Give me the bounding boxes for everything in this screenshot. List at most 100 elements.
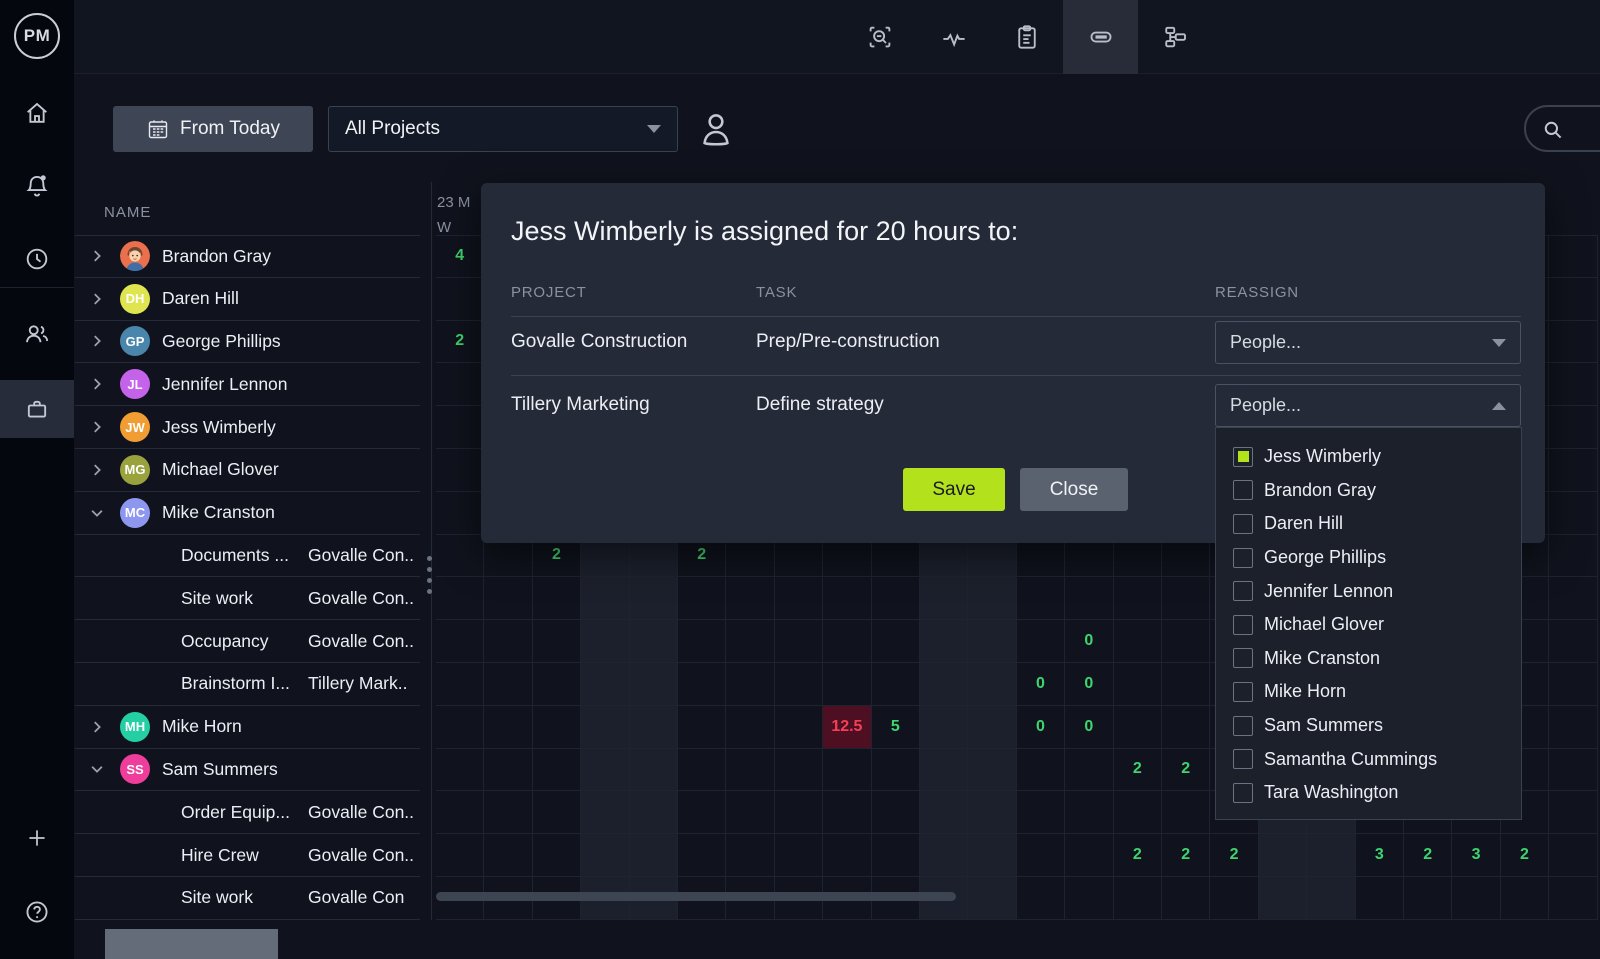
assignee-filter-icon[interactable] <box>697 107 735 149</box>
grid-cell[interactable]: 2 <box>1114 834 1162 877</box>
grid-cell[interactable] <box>436 706 484 749</box>
grid-cell[interactable] <box>775 663 823 706</box>
help-icon[interactable] <box>0 883 74 941</box>
grid-cell[interactable] <box>484 577 532 620</box>
column-resize-handle[interactable] <box>427 556 433 600</box>
checkbox-checked[interactable] <box>1233 447 1253 467</box>
grid-cell[interactable] <box>1356 877 1404 920</box>
grid-cell[interactable] <box>920 834 968 877</box>
dropdown-option[interactable]: Jess Wimberly <box>1216 440 1521 474</box>
grid-cell[interactable] <box>968 577 1016 620</box>
grid-cell[interactable] <box>1307 877 1355 920</box>
save-button[interactable]: Save <box>903 468 1005 511</box>
grid-cell[interactable] <box>1162 791 1210 834</box>
grid-cell[interactable] <box>726 620 774 663</box>
grid-cell[interactable] <box>484 834 532 877</box>
grid-cell[interactable]: 12.5 <box>823 706 871 749</box>
grid-cell[interactable] <box>1549 834 1597 877</box>
horizontal-scrollbar[interactable] <box>436 892 956 901</box>
grid-cell[interactable] <box>1501 877 1549 920</box>
tasks-clipboard-icon[interactable] <box>990 0 1064 74</box>
grid-cell[interactable] <box>1017 620 1065 663</box>
grid-cell[interactable] <box>920 577 968 620</box>
grid-cell[interactable] <box>484 791 532 834</box>
grid-cell[interactable]: 4 <box>436 235 484 278</box>
checkbox-unchecked[interactable] <box>1233 514 1253 534</box>
grid-cell[interactable]: 5 <box>872 706 920 749</box>
grid-cell[interactable] <box>1549 706 1597 749</box>
task-row[interactable]: Hire CrewGovalle Con.. <box>75 834 420 877</box>
chevron-right-icon[interactable] <box>88 418 106 436</box>
grid-cell[interactable] <box>823 577 871 620</box>
grid-cell[interactable] <box>968 834 1016 877</box>
grid-cell[interactable] <box>1114 791 1162 834</box>
grid-cell[interactable] <box>775 749 823 792</box>
grid-cell[interactable] <box>436 749 484 792</box>
grid-cell[interactable] <box>823 749 871 792</box>
zoom-search-icon[interactable] <box>843 0 917 74</box>
grid-cell[interactable] <box>678 834 726 877</box>
grid-cell[interactable] <box>1162 577 1210 620</box>
grid-cell[interactable] <box>1549 363 1597 406</box>
task-row[interactable]: Documents ...Govalle Con.. <box>75 535 420 578</box>
dropdown-option[interactable]: Daren Hill <box>1216 507 1521 541</box>
grid-cell[interactable] <box>1017 749 1065 792</box>
bottom-partial-button[interactable] <box>105 929 278 959</box>
notifications-bell-icon[interactable] <box>0 157 74 215</box>
grid-cell[interactable] <box>1065 877 1113 920</box>
task-row[interactable]: Site workGovalle Con.. <box>75 577 420 620</box>
grid-cell[interactable] <box>1162 706 1210 749</box>
grid-cell[interactable] <box>823 663 871 706</box>
person-row[interactable]: JLJennifer Lennon <box>75 363 420 406</box>
grid-cell[interactable] <box>630 620 678 663</box>
grid-cell[interactable] <box>726 834 774 877</box>
grid-cell[interactable] <box>1114 577 1162 620</box>
grid-cell[interactable] <box>436 834 484 877</box>
grid-cell[interactable] <box>1065 834 1113 877</box>
grid-cell[interactable] <box>1307 834 1355 877</box>
grid-cell[interactable] <box>1549 449 1597 492</box>
grid-cell[interactable] <box>872 749 920 792</box>
chevron-right-icon[interactable] <box>88 718 106 736</box>
grid-cell[interactable]: 2 <box>1114 749 1162 792</box>
grid-cell[interactable]: 0 <box>1017 663 1065 706</box>
grid-cell[interactable] <box>872 834 920 877</box>
dropdown-option[interactable]: Samantha Cummings <box>1216 742 1521 776</box>
dropdown-option[interactable]: Tara Washington <box>1216 776 1521 810</box>
grid-cell[interactable]: 2 <box>1162 749 1210 792</box>
grid-cell[interactable] <box>775 706 823 749</box>
close-button[interactable]: Close <box>1020 468 1128 511</box>
add-plus-icon[interactable] <box>0 809 74 867</box>
grid-cell[interactable] <box>872 577 920 620</box>
grid-cell[interactable] <box>581 577 629 620</box>
grid-cell[interactable]: 0 <box>1065 620 1113 663</box>
grid-cell[interactable] <box>678 791 726 834</box>
grid-cell[interactable] <box>920 749 968 792</box>
grid-cell[interactable] <box>630 706 678 749</box>
reassign-select-row1[interactable]: People... <box>1215 321 1521 364</box>
grid-cell[interactable] <box>533 791 581 834</box>
time-clock-icon[interactable] <box>0 230 74 288</box>
grid-cell[interactable] <box>630 834 678 877</box>
checkbox-unchecked[interactable] <box>1233 581 1253 601</box>
grid-cell[interactable] <box>436 535 484 578</box>
grid-cell[interactable] <box>726 706 774 749</box>
person-row[interactable]: SSSam Summers <box>75 749 420 792</box>
grid-cell[interactable] <box>1549 535 1597 578</box>
grid-cell[interactable] <box>581 791 629 834</box>
chevron-right-icon[interactable] <box>88 375 106 393</box>
person-row[interactable]: MHMike Horn <box>75 706 420 749</box>
search-input[interactable] <box>1524 105 1600 152</box>
grid-cell[interactable] <box>533 620 581 663</box>
grid-cell[interactable] <box>436 406 484 449</box>
activity-pulse-icon[interactable] <box>917 0 991 74</box>
dropdown-option[interactable]: Mike Horn <box>1216 675 1521 709</box>
dropdown-option[interactable]: Brandon Gray <box>1216 474 1521 508</box>
grid-cell[interactable] <box>1162 620 1210 663</box>
grid-cell[interactable] <box>920 663 968 706</box>
grid-cell[interactable] <box>1017 577 1065 620</box>
grid-cell[interactable] <box>968 791 1016 834</box>
grid-cell[interactable] <box>533 749 581 792</box>
person-row[interactable]: DHDaren Hill <box>75 278 420 321</box>
grid-cell[interactable] <box>775 834 823 877</box>
